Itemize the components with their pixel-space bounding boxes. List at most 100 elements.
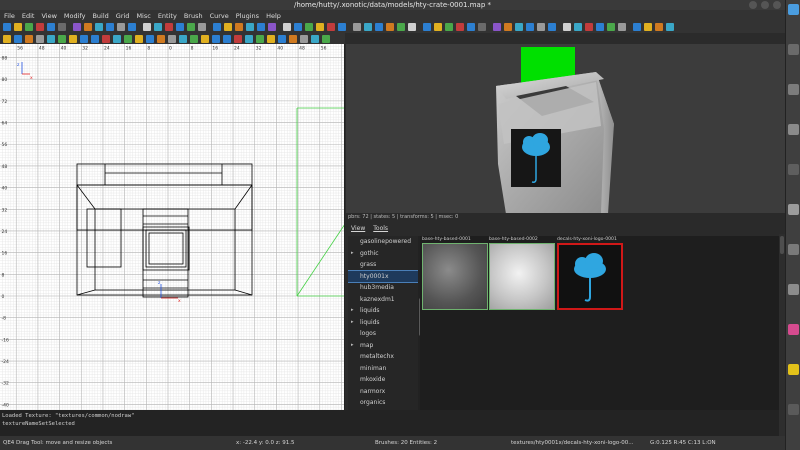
toolbar-button-icon[interactable]: [322, 34, 330, 43]
toolbar-button-icon[interactable]: [618, 23, 626, 31]
texture-folder-item[interactable]: hub3media: [348, 282, 418, 294]
grid-canvas[interactable]: 56 48 40 32 24 16 8 0 8 16 24 32 40 48 568880726456484…: [0, 44, 345, 410]
toolbar-button-icon[interactable]: [397, 23, 405, 31]
app-icon[interactable]: [788, 124, 799, 135]
toolbar-button-icon[interactable]: [300, 34, 308, 43]
expand-arrow-icon[interactable]: ▸: [351, 340, 354, 352]
toolbar-button-icon[interactable]: [327, 23, 335, 31]
toolbar-button-icon[interactable]: [117, 23, 125, 31]
toolbar-button-icon[interactable]: [198, 23, 206, 31]
close-button[interactable]: [773, 1, 781, 9]
camera-canvas[interactable]: [346, 44, 785, 213]
toolbar-button-icon[interactable]: [316, 23, 324, 31]
toolbar-button-icon[interactable]: [563, 23, 571, 31]
app-icon[interactable]: [788, 44, 799, 55]
toolbar-button-icon[interactable]: [644, 23, 652, 31]
maximize-button[interactable]: [761, 1, 769, 9]
texture-folder-item[interactable]: miniman: [348, 363, 418, 375]
toolbar-button-icon[interactable]: [478, 23, 486, 31]
toolbar-button-icon[interactable]: [25, 23, 33, 31]
texture-thumb-base-0002[interactable]: base-hty-based-0002: [489, 236, 555, 310]
texture-folder-item[interactable]: narmorx: [348, 386, 418, 398]
texture-folder-item[interactable]: ▸ liquids: [348, 317, 418, 329]
toolbar-button-icon[interactable]: [278, 34, 286, 43]
toolbar-button-icon[interactable]: [386, 23, 394, 31]
toolbar-button-icon[interactable]: [526, 23, 534, 31]
expand-arrow-icon[interactable]: ▸: [351, 248, 354, 260]
toolbar-button-icon[interactable]: [36, 34, 44, 43]
app-icon[interactable]: [788, 324, 799, 335]
toolbar-button-icon[interactable]: [58, 34, 66, 43]
texture-tree[interactable]: gasolinepowered ▸ gothic grass hty0001x hub3m…: [348, 236, 418, 410]
expand-arrow-icon[interactable]: ▸: [351, 317, 354, 329]
toolbar-button-icon[interactable]: [128, 23, 136, 31]
toolbar-button-icon[interactable]: [201, 34, 209, 43]
app-icon[interactable]: [788, 164, 799, 175]
shield-icon[interactable]: [788, 364, 799, 375]
app-icon[interactable]: [788, 84, 799, 95]
toolbar-button-icon[interactable]: [143, 23, 151, 31]
toolbar-button-icon[interactable]: [113, 34, 121, 43]
toolbar-button-icon[interactable]: [223, 34, 231, 43]
toolbar-button-icon[interactable]: [187, 23, 195, 31]
toolbar-button-icon[interactable]: [84, 23, 92, 31]
toolbar-button-icon[interactable]: [408, 23, 416, 31]
menu-build[interactable]: Build: [92, 12, 108, 20]
xy-ortho-view[interactable]: 56 48 40 32 24 16 8 0 8 16 24 32 40 48 56 88 80 72 64 56 48 4…: [0, 44, 345, 410]
toolbar-button-icon[interactable]: [311, 34, 319, 43]
menu-curve[interactable]: Curve: [210, 12, 229, 20]
menu-view[interactable]: View: [41, 12, 56, 20]
toolbar-button-icon[interactable]: [154, 23, 162, 31]
texture-thumbnails[interactable]: base-hty-based-0001 base-hty-based-0002 …: [420, 236, 785, 410]
menu-file[interactable]: File: [4, 12, 15, 20]
toolbar-button-icon[interactable]: [135, 34, 143, 43]
toolbar-button-icon[interactable]: [364, 23, 372, 31]
toolbar-button-icon[interactable]: [375, 23, 383, 31]
texture-menu-view[interactable]: View: [351, 225, 365, 234]
toolbar-button-icon[interactable]: [268, 23, 276, 31]
menu-plugins[interactable]: Plugins: [236, 12, 259, 20]
toolbar-button-icon[interactable]: [283, 23, 291, 31]
texture-folder-item[interactable]: ▸ map: [348, 340, 418, 352]
toolbar-button-icon[interactable]: [176, 23, 184, 31]
toolbar-button-icon[interactable]: [14, 23, 22, 31]
toolbar-button-icon[interactable]: [434, 23, 442, 31]
toolbar-button-icon[interactable]: [305, 23, 313, 31]
toolbar-button-icon[interactable]: [574, 23, 582, 31]
menu-grid[interactable]: Grid: [116, 12, 130, 20]
toolbar-button-icon[interactable]: [14, 34, 22, 43]
toolbar-button-icon[interactable]: [3, 34, 11, 43]
menu-modify[interactable]: Modify: [64, 12, 86, 20]
camera-view[interactable]: [346, 44, 785, 213]
toolbar-button-icon[interactable]: [80, 34, 88, 43]
texture-menu-tools[interactable]: Tools: [373, 225, 388, 234]
toolbar-button-icon[interactable]: [267, 34, 275, 43]
expand-arrow-icon[interactable]: ▸: [351, 305, 354, 317]
toolbar-button-icon[interactable]: [655, 23, 663, 31]
app-icon[interactable]: [788, 204, 799, 215]
toolbar-button-icon[interactable]: [537, 23, 545, 31]
toolbar-button-icon[interactable]: [585, 23, 593, 31]
texture-folder-item[interactable]: metaltechx: [348, 351, 418, 363]
toolbar-button-icon[interactable]: [504, 23, 512, 31]
toolbar-button-icon[interactable]: [25, 34, 33, 43]
toolbar-button-icon[interactable]: [256, 34, 264, 43]
texture-thumb-decal-logo[interactable]: decals-hty-xoni-logo-0001: [557, 236, 623, 310]
menu-entity[interactable]: Entity: [158, 12, 177, 20]
toolbar-button-icon[interactable]: [91, 34, 99, 43]
menu-help[interactable]: Help: [266, 12, 281, 20]
texture-thumb-base-0001[interactable]: base-hty-based-0001: [422, 236, 488, 310]
toolbar-button-icon[interactable]: [338, 23, 346, 31]
texture-folder-item[interactable]: grass: [348, 259, 418, 271]
toolbar-button-icon[interactable]: [596, 23, 604, 31]
texture-folder-item[interactable]: kaznexdm1: [348, 294, 418, 306]
texture-folder-item[interactable]: ▸ gothic: [348, 248, 418, 260]
toolbar-button-icon[interactable]: [294, 23, 302, 31]
texture-folder-item[interactable]: organics: [348, 397, 418, 409]
toolbar-button-icon[interactable]: [456, 23, 464, 31]
toolbar-button-icon[interactable]: [157, 34, 165, 43]
toolbar-button-icon[interactable]: [179, 34, 187, 43]
toolbar-button-icon[interactable]: [257, 23, 265, 31]
app-icon[interactable]: [788, 404, 799, 415]
toolbar-button-icon[interactable]: [235, 23, 243, 31]
